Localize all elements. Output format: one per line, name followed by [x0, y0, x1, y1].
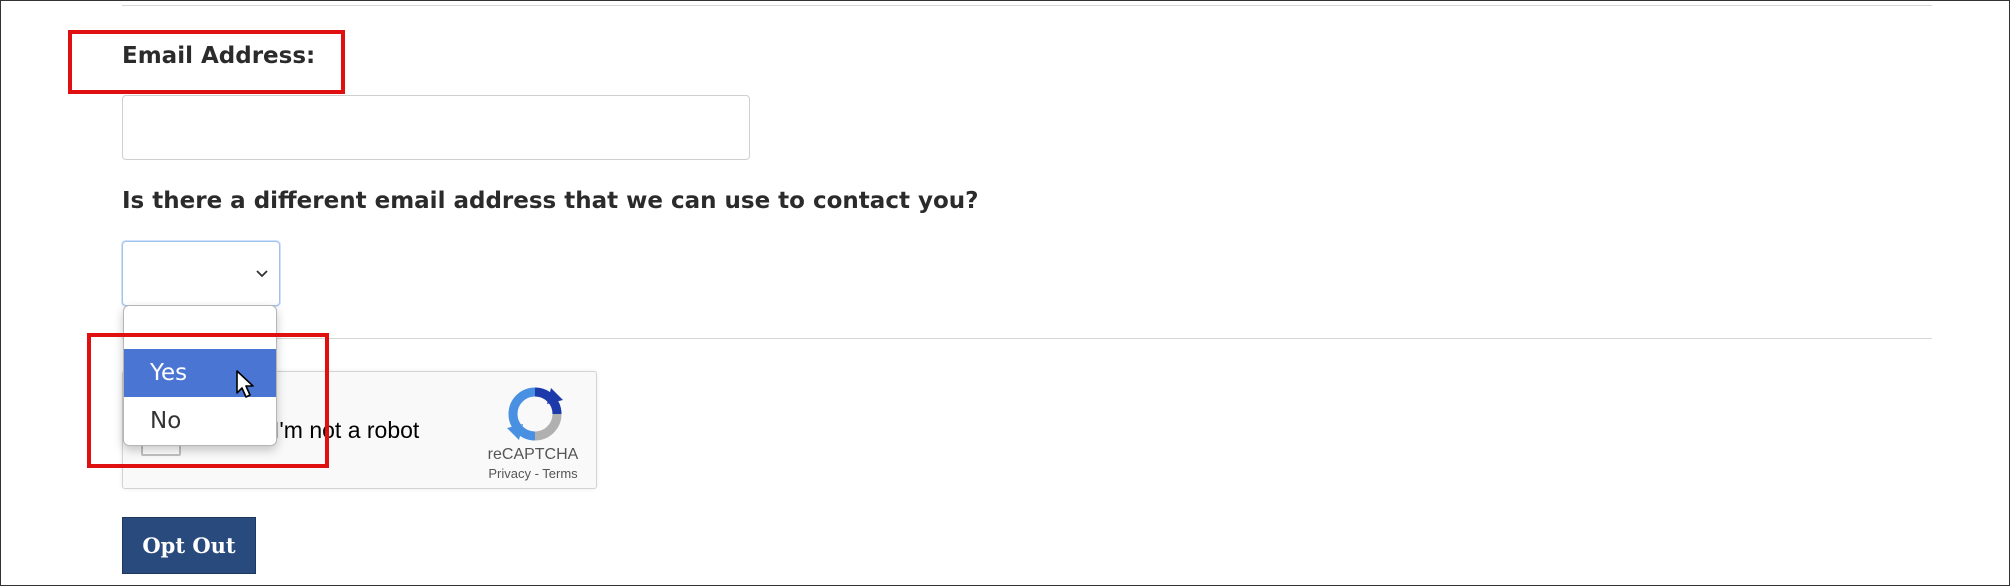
recaptcha-brand: reCAPTCHA: [487, 446, 579, 463]
chevron-down-icon: [256, 270, 268, 278]
email-field[interactable]: [122, 95, 750, 160]
link-separator: -: [530, 466, 543, 481]
opt-out-button[interactable]: Opt Out: [122, 517, 256, 574]
privacy-link[interactable]: Privacy: [488, 466, 531, 481]
different-email-question: Is there a different email address that …: [122, 188, 979, 214]
terms-link[interactable]: Terms: [542, 466, 577, 481]
highlight-box-yes-option: [87, 333, 329, 468]
contact-select[interactable]: [122, 241, 280, 306]
divider: [122, 338, 1932, 339]
divider: [122, 5, 1932, 6]
recaptcha-links: Privacy - Terms: [463, 466, 603, 481]
highlight-box-email-label: [68, 30, 345, 94]
recaptcha-logo-icon: [507, 387, 563, 441]
